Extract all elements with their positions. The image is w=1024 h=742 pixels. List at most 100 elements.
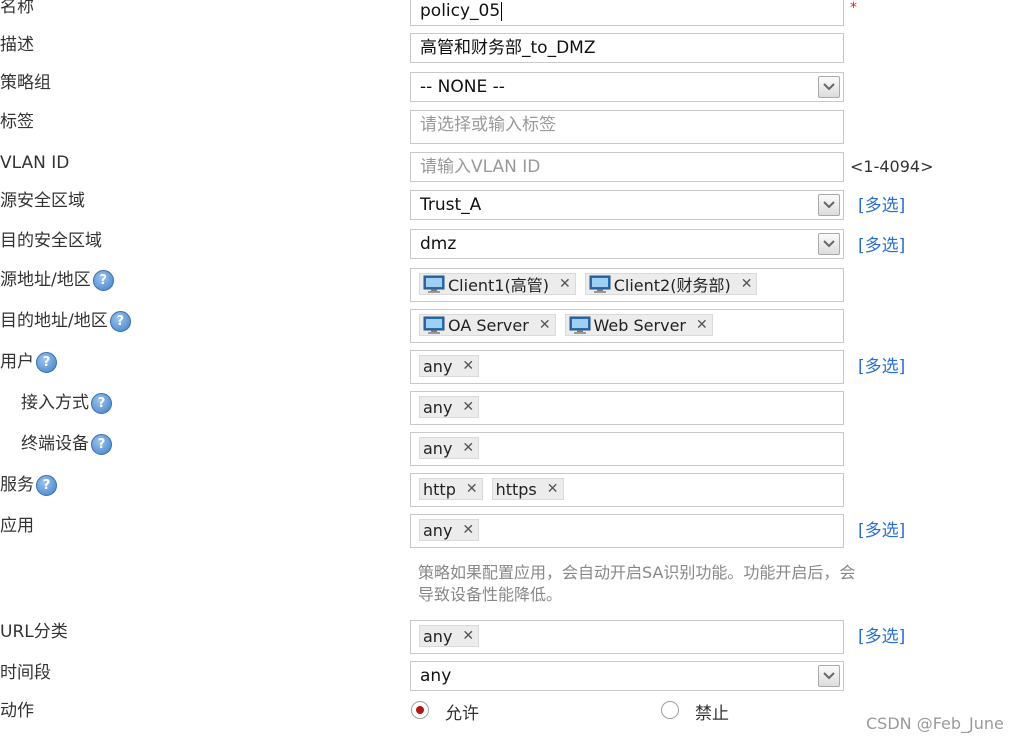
application-tag-label: any [423, 520, 453, 540]
src-addr-label-text: 源地址/地区 [0, 270, 91, 290]
dst-zone-select[interactable]: dmz [410, 229, 844, 259]
application-field[interactable]: any ✕ [410, 514, 844, 548]
remove-icon[interactable]: ✕ [462, 399, 474, 415]
access-method-label-text: 接入方式 [21, 393, 89, 413]
user-label-text: 用户 [0, 352, 34, 372]
service-tag: https ✕ [491, 478, 564, 500]
access-method-field[interactable]: any ✕ [410, 391, 844, 425]
dropdown-button[interactable] [818, 76, 840, 98]
computer-icon [589, 275, 611, 293]
time-range-value: any [420, 666, 452, 686]
description-label: 描述 [0, 35, 34, 55]
service-tag-label: http [423, 479, 456, 499]
address-tag-label: Web Server [593, 315, 686, 335]
service-tag: http ✕ [419, 478, 483, 500]
src-addr-label: 源地址/地区? [0, 268, 114, 292]
remove-icon[interactable]: ✕ [539, 317, 551, 333]
src-addr-field[interactable]: Client1(高管) ✕ Client2(财务部) ✕ [410, 268, 844, 302]
dst-addr-field[interactable]: OA Server ✕ Web Server ✕ [410, 309, 844, 343]
help-icon[interactable]: ? [36, 474, 57, 496]
help-icon[interactable]: ? [109, 310, 131, 332]
remove-icon[interactable]: ✕ [462, 628, 474, 644]
chevron-down-icon [823, 672, 835, 680]
name-input[interactable]: policy_05 [410, 0, 844, 26]
tags-label: 标签 [0, 112, 34, 132]
name-value: policy_05 [420, 1, 501, 21]
dropdown-button[interactable] [818, 194, 840, 216]
deny-radio[interactable] [661, 701, 679, 719]
terminal-label: 终端设备? [21, 432, 112, 456]
vlan-input[interactable]: 请输入VLAN ID [410, 152, 844, 182]
chevron-down-icon [823, 240, 835, 248]
dropdown-button[interactable] [818, 665, 840, 687]
dst-zone-multi-link[interactable]: [多选] [858, 231, 905, 256]
help-icon[interactable]: ? [36, 351, 57, 373]
remove-icon[interactable]: ✕ [547, 481, 559, 497]
description-input[interactable]: 高管和财务部_to_DMZ [410, 33, 844, 63]
help-icon[interactable]: ? [91, 392, 112, 414]
terminal-label-text: 终端设备 [21, 434, 89, 454]
url-tag-label: any [423, 626, 453, 646]
help-icon[interactable]: ? [91, 433, 112, 455]
user-field[interactable]: any ✕ [410, 350, 844, 384]
computer-icon [423, 275, 445, 293]
time-range-label: 时间段 [0, 663, 51, 683]
url-category-multi-link[interactable]: [多选] [858, 622, 905, 647]
service-label-text: 服务 [0, 475, 34, 495]
service-tag-label: https [495, 479, 537, 499]
src-zone-label: 源安全区域 [0, 191, 85, 211]
allow-radio-label[interactable]: 允许 [445, 699, 479, 724]
address-tag-label: OA Server [448, 315, 529, 335]
vlan-range-hint: <1-4094> [850, 157, 934, 176]
help-icon[interactable]: ? [92, 269, 114, 291]
name-label: 名称 [0, 0, 34, 17]
service-field[interactable]: http ✕ https ✕ [410, 473, 844, 507]
user-multi-link[interactable]: [多选] [858, 352, 905, 377]
remove-icon[interactable]: ✕ [696, 317, 708, 333]
address-tag: Client1(高管) ✕ [419, 273, 576, 295]
tags-placeholder: 请选择或输入标签 [420, 115, 556, 135]
src-zone-select[interactable]: Trust_A [410, 190, 844, 220]
address-tag-label: Client2(财务部) [613, 276, 731, 295]
application-multi-link[interactable]: [多选] [858, 516, 905, 541]
src-zone-multi-link[interactable]: [多选] [858, 191, 905, 216]
address-tag: OA Server ✕ [419, 314, 556, 336]
chevron-down-icon [823, 83, 835, 91]
application-label: 应用 [0, 516, 34, 536]
application-note: 策略如果配置应用，会自动开启SA识别功能。功能开启后，会导致设备性能降低。 [418, 563, 856, 604]
vlan-placeholder: 请输入VLAN ID [420, 157, 541, 177]
remove-icon[interactable]: ✕ [741, 276, 753, 292]
terminal-tag: any ✕ [419, 437, 480, 459]
remove-icon[interactable]: ✕ [462, 358, 474, 374]
terminal-field[interactable]: any ✕ [410, 432, 844, 466]
required-mark: * [850, 0, 857, 16]
url-tag: any ✕ [419, 625, 480, 647]
remove-icon[interactable]: ✕ [462, 440, 474, 456]
remove-icon[interactable]: ✕ [466, 481, 478, 497]
deny-radio-label[interactable]: 禁止 [695, 699, 729, 724]
watermark: CSDN @Feb_June [866, 714, 1004, 733]
remove-icon[interactable]: ✕ [462, 522, 474, 538]
vlan-label: VLAN ID [0, 153, 70, 173]
policy-group-value: -- NONE -- [420, 77, 505, 97]
computer-icon [423, 316, 445, 334]
user-tag: any ✕ [419, 355, 480, 377]
url-category-field[interactable]: any ✕ [410, 620, 844, 654]
tags-input[interactable]: 请选择或输入标签 [410, 110, 844, 144]
terminal-tag-label: any [423, 438, 453, 458]
access-tag: any ✕ [419, 396, 480, 418]
address-tag-label: Client1(高管) [448, 276, 549, 295]
chevron-down-icon [823, 201, 835, 209]
user-tag-label: any [423, 356, 453, 376]
dst-addr-label-text: 目的地址/地区 [0, 311, 108, 331]
policy-group-select[interactable]: -- NONE -- [410, 72, 844, 102]
time-range-select[interactable]: any [410, 661, 844, 691]
allow-radio[interactable] [411, 701, 429, 719]
service-label: 服务? [0, 473, 57, 497]
src-zone-value: Trust_A [420, 195, 482, 215]
dst-zone-value: dmz [420, 234, 457, 254]
access-method-label: 接入方式? [21, 391, 112, 415]
dropdown-button[interactable] [818, 233, 840, 255]
computer-icon [569, 316, 591, 334]
remove-icon[interactable]: ✕ [559, 276, 571, 292]
